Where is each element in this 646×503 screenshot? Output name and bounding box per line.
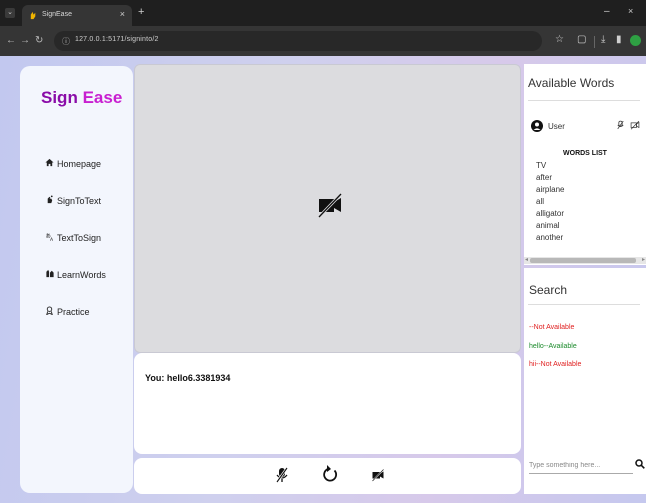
practice-icon <box>45 306 57 317</box>
scroll-right-icon[interactable]: ▸ <box>642 256 645 263</box>
transcript-box: You: hello6.3381934 <box>134 353 521 454</box>
app-page: Sign Ease Homepage SignToText あA TextToS… <box>0 56 646 503</box>
search-icon[interactable] <box>635 459 645 472</box>
browser-tab-bar: ⌄ SignEase × + – × <box>0 0 646 26</box>
svg-text:A: A <box>50 237 54 241</box>
sidebar-item-label: LearnWords <box>57 270 106 280</box>
side-panel-icon[interactable]: ▮ <box>616 34 622 45</box>
address-bar: ← → ↻ ⓘ 127.0.0.1:5171/signinto/2 ☆ ▢ ⤓ … <box>0 26 646 56</box>
divider <box>528 100 640 101</box>
sign-language-icon <box>45 269 57 280</box>
video-off-icon <box>371 468 385 482</box>
scroll-thumb[interactable] <box>530 258 636 263</box>
logo-text-ease: Ease <box>77 88 123 107</box>
list-item: TV <box>536 161 547 170</box>
sidebar-item-homepage[interactable]: Homepage <box>45 158 101 169</box>
favicon-icon <box>30 11 36 20</box>
search-panel: Search --Not Available hello--Available … <box>524 268 646 494</box>
sidebar-item-signtotext[interactable]: SignToText <box>45 195 101 206</box>
bookmark-star-icon[interactable]: ☆ <box>555 34 564 45</box>
profile-avatar[interactable] <box>630 35 641 46</box>
refresh-icon <box>323 465 337 482</box>
logo-text-sign: Sign <box>41 88 78 107</box>
list-item: alligator <box>536 209 565 218</box>
browser-tab[interactable]: SignEase × <box>22 5 132 26</box>
mic-off-icon[interactable] <box>616 120 625 132</box>
available-words-panel: Available Words User WORDS LIST TV after… <box>524 64 646 265</box>
transcript-line: You: hello6.3381934 <box>145 373 230 383</box>
panel-title: Available Words <box>528 76 615 90</box>
camera-off-icon[interactable] <box>630 120 640 132</box>
sidebar: Sign Ease Homepage SignToText あA TextToS… <box>20 66 133 493</box>
reload-icon[interactable]: ↻ <box>35 35 43 46</box>
list-item: after <box>536 173 553 182</box>
list-item: airplane <box>536 185 565 194</box>
camera-toggle-button[interactable] <box>371 468 385 487</box>
omnibox[interactable]: ⓘ 127.0.0.1:5171/signinto/2 <box>54 31 542 51</box>
user-row: User <box>531 119 641 135</box>
download-icon[interactable]: ⤓ <box>601 34 605 45</box>
toolbar-divider <box>594 36 595 48</box>
sidebar-item-label: Homepage <box>57 159 102 169</box>
divider <box>528 304 640 305</box>
search-input[interactable] <box>529 458 633 474</box>
new-tab-button[interactable]: + <box>138 6 144 18</box>
mic-toggle-button[interactable] <box>275 466 289 489</box>
tab-title: SignEase <box>42 11 72 18</box>
horizontal-scrollbar[interactable]: ◂ ▸ <box>524 257 646 264</box>
hand-icon <box>45 195 57 206</box>
sidebar-item-practice[interactable]: Practice <box>45 306 90 317</box>
list-item: animal <box>536 221 560 230</box>
sidebar-item-label: Practice <box>57 307 90 317</box>
mic-off-icon <box>275 467 289 483</box>
sidebar-item-texttosign[interactable]: あA TextToSign <box>45 232 102 243</box>
scroll-left-icon[interactable]: ◂ <box>525 256 528 263</box>
search-result: hii--Not Available <box>529 361 582 368</box>
list-item: another <box>536 233 564 242</box>
app-logo[interactable]: Sign Ease <box>41 88 122 108</box>
sidebar-item-label: SignToText <box>57 196 102 206</box>
panel-title: Search <box>529 283 568 297</box>
sidebar-item-learnwords[interactable]: LearnWords <box>45 269 106 280</box>
video-feed <box>134 64 521 353</box>
tab-search-button[interactable]: ⌄ <box>5 8 15 18</box>
refresh-button[interactable] <box>321 464 339 489</box>
transcript-text: hello6.3381934 <box>166 373 231 383</box>
video-off-icon <box>317 192 343 219</box>
minimize-button[interactable]: – <box>604 6 610 17</box>
tab-close-icon[interactable]: × <box>120 9 125 19</box>
home-icon <box>45 158 57 169</box>
transcript-speaker: You: <box>145 373 165 383</box>
control-bar <box>134 458 521 494</box>
site-info-icon[interactable]: ⓘ <box>62 36 70 47</box>
back-icon[interactable]: ← <box>6 35 16 46</box>
extensions-icon[interactable]: ▢ <box>577 34 586 45</box>
list-item: all <box>536 197 545 206</box>
forward-icon[interactable]: → <box>20 35 30 46</box>
words-list[interactable]: TV after airplane all alligator animal a… <box>536 160 640 256</box>
sidebar-item-label: TextToSign <box>57 233 102 243</box>
user-name: User <box>548 122 565 131</box>
url-text[interactable]: 127.0.0.1:5171/signinto/2 <box>75 36 159 43</box>
window-close-button[interactable]: × <box>628 6 633 16</box>
translate-icon: あA <box>45 232 57 243</box>
user-avatar-icon <box>531 120 543 132</box>
search-result: hello--Available <box>529 343 577 350</box>
search-result: --Not Available <box>529 324 575 331</box>
words-list-title: WORDS LIST <box>563 150 607 157</box>
